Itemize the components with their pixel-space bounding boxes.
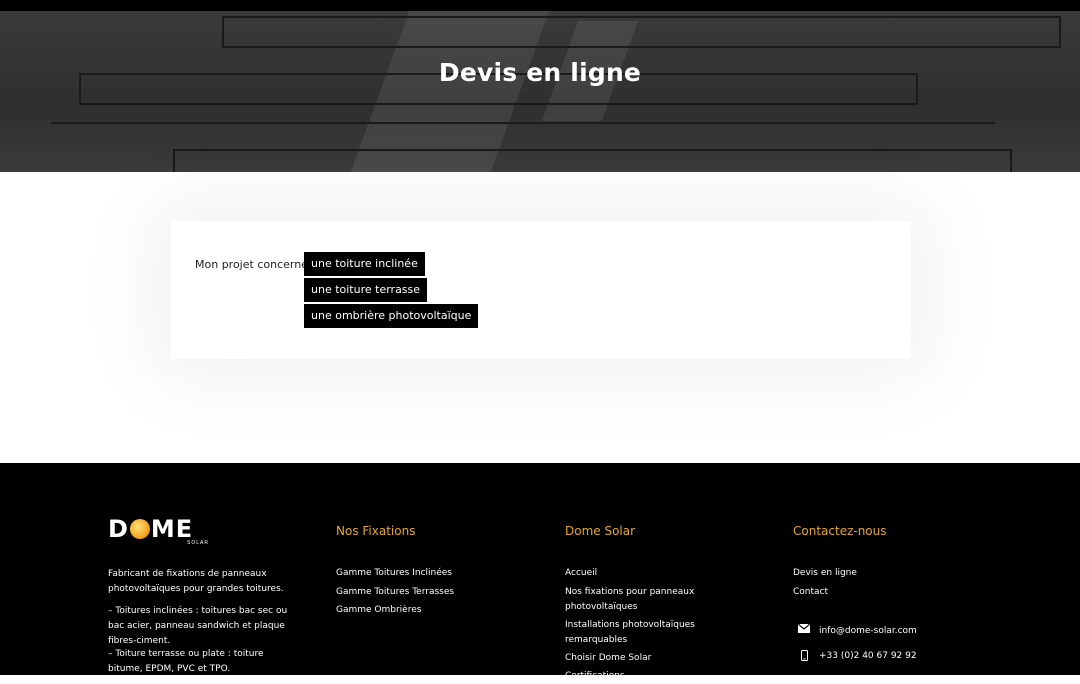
hero-banner: Devis en ligne [0,11,1080,172]
about-flat: – Toiture terrasse ou plate : toiture bi… [108,649,264,674]
footer-link-installations[interactable]: Installations photovoltaïques remarquabl… [565,618,715,648]
envelope-icon [797,623,811,636]
option-flat-roof-button[interactable]: une toiture terrasse [304,278,428,302]
top-bar [0,0,1080,11]
footer-link-fixations[interactable]: Nos fixations pour panneaux photovoltaïq… [565,585,715,615]
contact-phone-link[interactable]: +33 (0)2 40 67 92 92 [819,649,917,664]
hero-background-frame [222,16,1061,48]
footer-link-contact[interactable]: Contact [793,585,828,600]
about-intro: Fabricant de fixations de panneaux photo… [108,569,284,594]
footer-link-carport-range[interactable]: Gamme Ombrières [336,603,421,618]
mobile-phone-icon [797,650,811,664]
hero-background-frame [173,149,1012,172]
logo-wordmark: D ME [108,515,193,543]
option-solar-carport-button[interactable]: une ombrière photovoltaïque [304,304,479,328]
dome-solar-logo[interactable]: D ME SOLAR [108,515,220,547]
contact-heading: Contactez-nous [793,524,887,538]
page-title: Devis en ligne [438,58,642,87]
hero-background-line [51,122,995,124]
footer-link-inclined-range[interactable]: Gamme Toitures Inclinées [336,566,452,581]
footer-link-choose[interactable]: Choisir Dome Solar [565,651,651,666]
footer-link-home[interactable]: Accueil [565,566,597,581]
option-inclined-roof-button[interactable]: une toiture inclinée [304,252,425,276]
logo-letter-d: D [108,515,129,543]
contact-email-link[interactable]: info@dome-solar.com [819,624,917,639]
fixations-heading: Nos Fixations [336,524,416,538]
sun-icon [129,519,150,539]
main-content: Mon projet concerne une toiture inclinée… [0,172,1080,463]
dome-heading: Dome Solar [565,524,636,538]
about-inclined: – Toitures inclinées : toitures bac sec … [108,606,288,646]
footer-link-certifications[interactable]: Certifications [565,669,625,684]
footer-link-quote[interactable]: Devis en ligne [793,566,857,581]
logo-subtitle: SOLAR [187,540,209,546]
logo-letters-me: ME [150,515,194,543]
project-question-label: Mon projet concerne [195,258,308,271]
footer-link-flat-range[interactable]: Gamme Toitures Terrasses [336,585,454,600]
footer: D ME SOLAR Fabricant de fixations de pann… [0,463,1080,681]
quote-form-card: Mon projet concerne une toiture inclinée… [171,221,911,359]
